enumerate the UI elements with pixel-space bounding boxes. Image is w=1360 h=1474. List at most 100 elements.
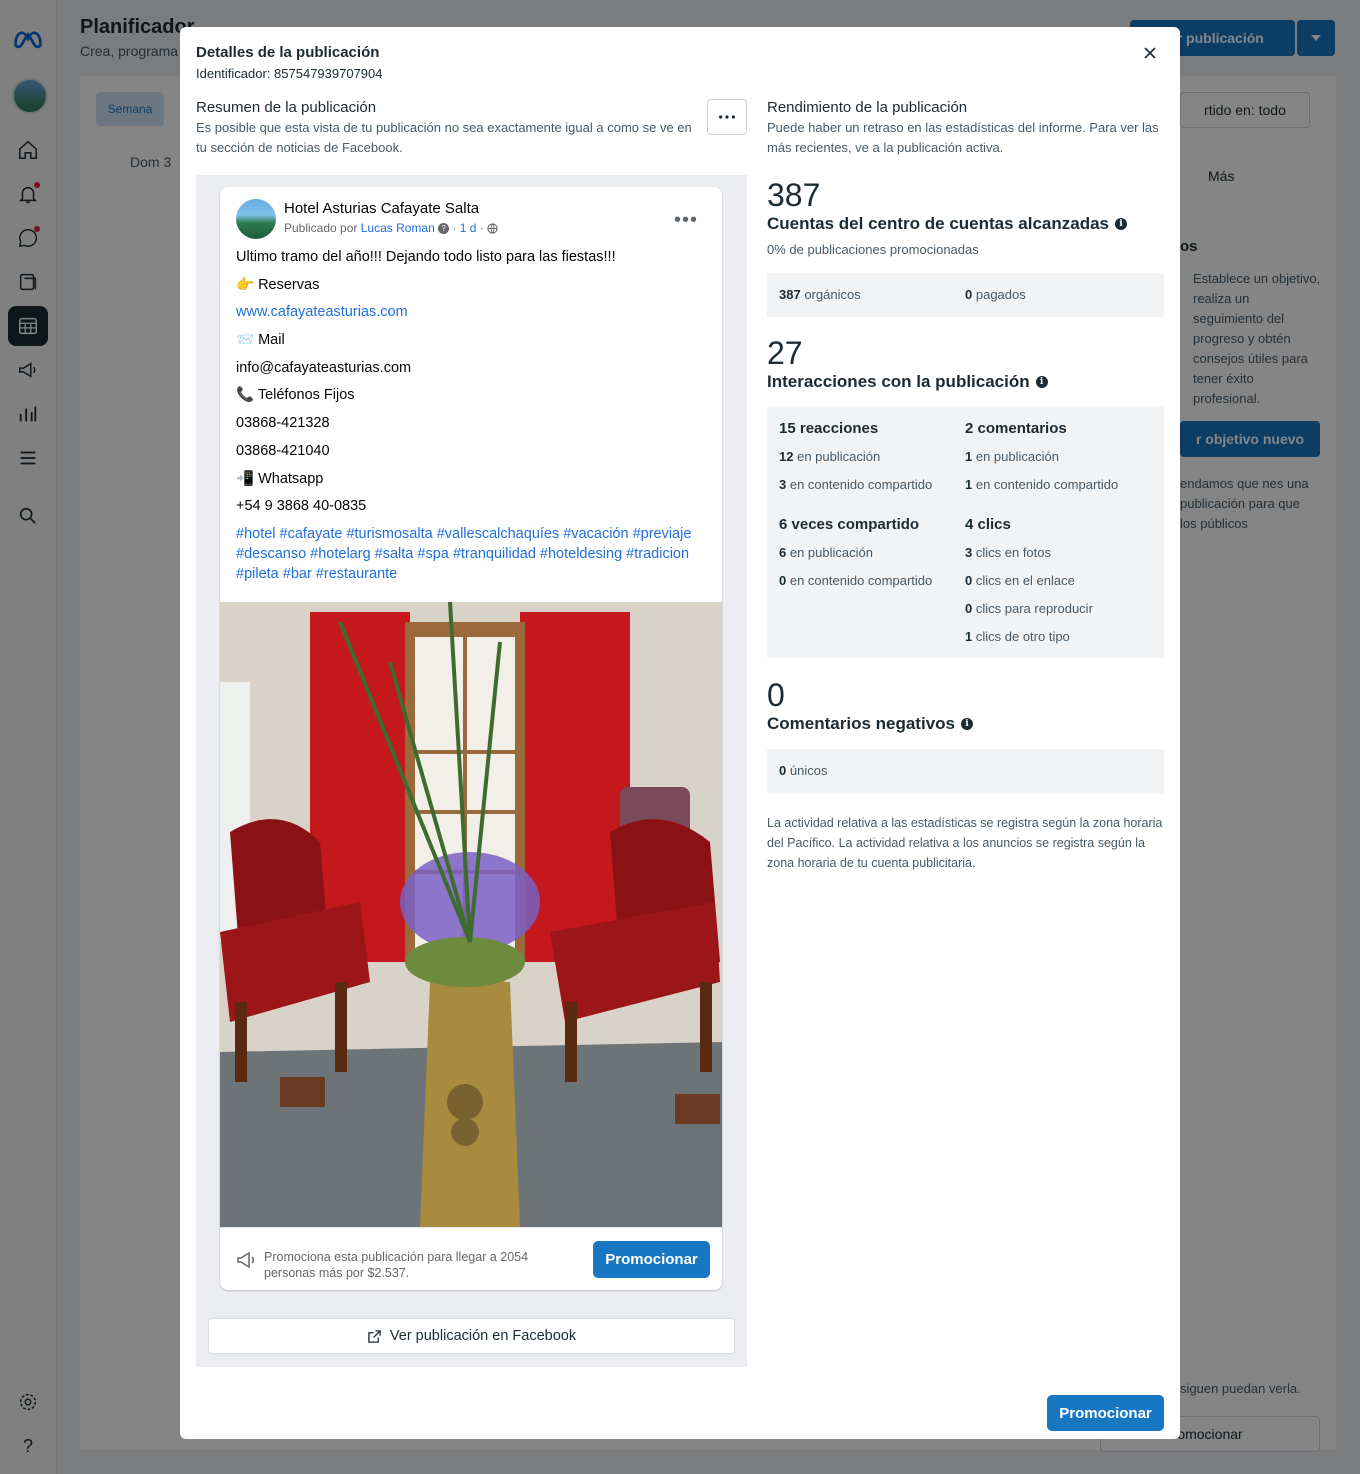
- reach-title: Cuentas del centro de cuentas alcanzadas…: [767, 214, 1128, 234]
- paid-cell: 0 pagados: [965, 287, 1026, 302]
- reach-value: 387: [767, 177, 821, 213]
- post-photo[interactable]: [220, 602, 722, 1227]
- reactions-title: 15 reacciones: [779, 420, 879, 437]
- clicks-other-value: 1: [965, 629, 973, 644]
- megaphone-icon: [236, 1250, 256, 1275]
- paid-value: 0: [965, 287, 973, 302]
- more-options-button[interactable]: [707, 99, 747, 135]
- post-performance-section: Rendimiento de la publicación Puede habe…: [767, 99, 1164, 870]
- view-on-facebook-button[interactable]: Ver publicación en Facebook: [208, 1318, 735, 1354]
- timezone-footnote: La actividad relativa a las estadísticas…: [767, 816, 1163, 870]
- post-line: +54 9 3868 40-0835: [236, 498, 367, 515]
- interactions-title: Interacciones con la publicación i: [767, 372, 1048, 392]
- negative-breakdown: 0 únicos: [767, 749, 1164, 793]
- shares-title: 6 veces compartido: [779, 516, 920, 533]
- question-icon: ?: [438, 223, 450, 235]
- page-avatar[interactable]: [236, 199, 276, 239]
- comments-title: 2 comentarios: [965, 420, 1067, 437]
- post-time[interactable]: 1 d: [460, 221, 477, 235]
- facebook-post-card: Hotel Asturias Cafayate Salta Publicado …: [220, 187, 722, 1290]
- post-line: 03868-421040: [236, 442, 330, 459]
- post-photo-drawing: [220, 602, 722, 1227]
- promote-post-button[interactable]: Promocionar: [593, 1241, 710, 1278]
- performance-title: Rendimiento de la publicación: [767, 99, 968, 116]
- negative-value: 0: [767, 677, 785, 713]
- globe-icon: [487, 221, 498, 235]
- negative-metric: 0 Comentarios negativos i: [767, 677, 973, 734]
- post-identifier: Identificador: 857547939707904: [196, 66, 383, 81]
- view-on-facebook-label: Ver publicación en Facebook: [389, 1328, 577, 1344]
- comments-shared: 1 en contenido compartido: [965, 477, 1118, 492]
- page-name[interactable]: Hotel Asturias Cafayate Salta: [284, 200, 479, 217]
- promote-footer-button[interactable]: Promocionar: [1047, 1395, 1164, 1431]
- interactions-metric: 27 Interacciones con la publicación i: [767, 335, 1048, 392]
- external-link-icon: [368, 1329, 381, 1343]
- clicks-title: 4 clics: [965, 516, 1011, 533]
- clicks-photos-value: 3: [965, 545, 973, 560]
- reactions-shared: 3 en contenido compartido: [779, 477, 932, 492]
- post-line: 📞 Teléfonos Fijos: [236, 387, 355, 404]
- summary-description: Es posible que esta vista de tu publicac…: [196, 120, 692, 155]
- interactions-label: Interacciones con la publicación: [767, 372, 1030, 391]
- clicks-link-label: clics en el enlace: [975, 573, 1075, 588]
- clicks-link: 0 clics en el enlace: [965, 573, 1075, 588]
- hashtags[interactable]: #hotel #cafayate #turismosalta #vallesca…: [236, 524, 706, 584]
- clicks-other-label: clics de otro tipo: [975, 629, 1070, 644]
- author-link[interactable]: Lucas Roman: [361, 221, 435, 235]
- post-line: 03868-421328: [236, 415, 330, 432]
- website-link[interactable]: www.cafayateasturias.com: [236, 302, 706, 330]
- post-line: 👉 Reservas: [236, 276, 320, 293]
- clicks-photos: 3 clics en fotos: [965, 545, 1051, 560]
- unique-value: 0: [779, 763, 787, 778]
- reactions-post: 12 en publicación: [779, 449, 880, 464]
- comments-post-value: 1: [965, 449, 973, 464]
- performance-description: Puede haber un retraso en las estadístic…: [767, 120, 1159, 155]
- post-line: info@cafayateasturias.com: [236, 359, 412, 376]
- paid-label: pagados: [975, 287, 1026, 302]
- negative-title: Comentarios negativos i: [767, 714, 973, 734]
- shares-shared-value: 0: [779, 573, 787, 588]
- clicks-play-label: clics para reproducir: [975, 601, 1093, 616]
- post-line: Ultimo tramo del año!!! Dejando todo lis…: [236, 249, 616, 265]
- clicks-other: 1 clics de otro tipo: [965, 629, 1070, 644]
- more-dots-icon: [719, 115, 735, 119]
- post-details-modal: Detalles de la publicación Identificador…: [180, 27, 1180, 1439]
- interactions-value: 27: [767, 335, 803, 371]
- organic-value: 387: [779, 287, 801, 302]
- organic-cell: 387 orgánicos: [779, 287, 861, 302]
- unique-cell: 0 únicos: [779, 763, 827, 778]
- shares-post-label: en publicación: [789, 545, 873, 560]
- clicks-link-value: 0: [965, 573, 973, 588]
- info-icon[interactable]: i: [1035, 376, 1048, 388]
- post-line: 📲 Whatsapp: [236, 470, 324, 487]
- reach-metric: 387 Cuentas del centro de cuentas alcanz…: [767, 177, 1128, 257]
- organic-label: orgánicos: [804, 287, 861, 302]
- post-byline: Publicado por Lucas Roman ? · 1 d ·: [284, 221, 498, 235]
- shares-shared: 0 en contenido compartido: [779, 573, 932, 588]
- modal-title: Detalles de la publicación: [196, 44, 380, 61]
- post-text: Ultimo tramo del año!!! Dejando todo lis…: [236, 247, 706, 584]
- promote-text: Promociona esta publicación para llegar …: [264, 1250, 529, 1280]
- info-icon[interactable]: i: [1115, 218, 1128, 230]
- summary-title: Resumen de la publicación: [196, 99, 377, 116]
- reactions-shared-value: 3: [779, 477, 787, 492]
- comments-post-label: en publicación: [975, 449, 1059, 464]
- promote-row: Promociona esta publicación para llegar …: [220, 1227, 722, 1290]
- negative-label: Comentarios negativos: [767, 714, 955, 733]
- comments-post: 1 en publicación: [965, 449, 1059, 464]
- close-icon[interactable]: [1140, 43, 1160, 63]
- promoted-note: 0% de publicaciones promocionadas: [767, 242, 979, 257]
- post-menu-icon[interactable]: •••: [674, 209, 698, 232]
- shares-post: 6 en publicación: [779, 545, 873, 560]
- reactions-post-label: en publicación: [797, 449, 881, 464]
- info-icon[interactable]: i: [961, 718, 973, 730]
- reach-breakdown: 387 orgánicos 0 pagados: [767, 273, 1164, 317]
- clicks-play: 0 clics para reproducir: [965, 601, 1093, 616]
- reactions-post-value: 12: [779, 449, 794, 464]
- comments-shared-value: 1: [965, 477, 973, 492]
- interactions-breakdown: 15 reacciones 12 en publicación 3 en con…: [767, 407, 1164, 658]
- shares-shared-label: en contenido compartido: [789, 573, 933, 588]
- post-line: 📨 Mail: [236, 332, 285, 349]
- post-summary-section: Resumen de la publicación Es posible que…: [196, 99, 747, 158]
- shares-post-value: 6: [779, 545, 787, 560]
